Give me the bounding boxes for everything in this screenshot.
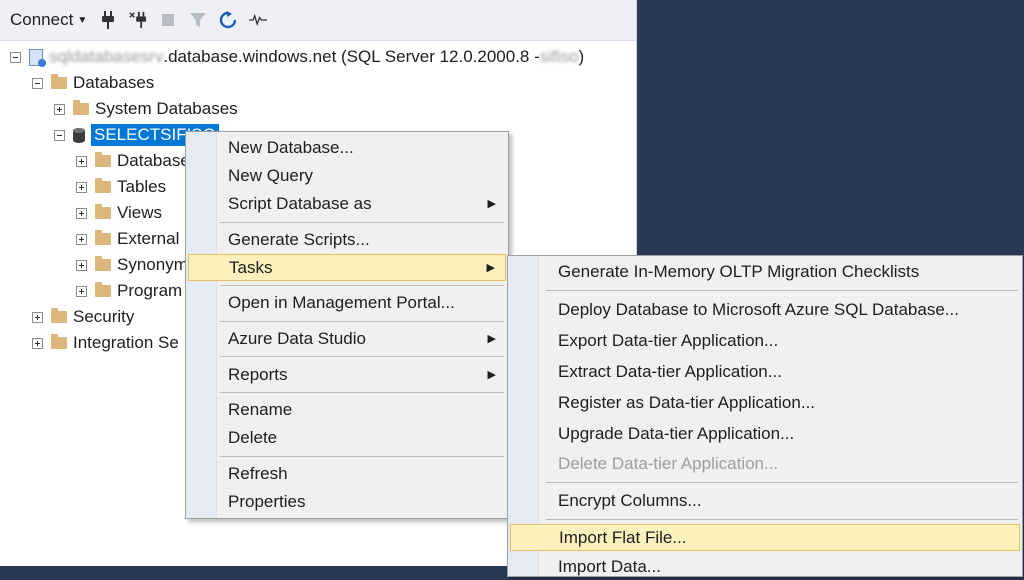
tree-label: Program — [117, 281, 183, 300]
menu-separator — [220, 456, 504, 457]
tasks-submenu: Generate In-Memory OLTP Migration Checkl… — [507, 255, 1023, 577]
collapse-icon[interactable] — [54, 129, 65, 141]
expand-icon[interactable] — [54, 103, 65, 115]
tree-node-synonyms[interactable]: Synonym — [76, 252, 188, 278]
menu-item-new-database[interactable]: New Database... — [188, 134, 506, 161]
activity-monitor-icon[interactable] — [249, 10, 268, 30]
tree-node-external[interactable]: External — [76, 226, 179, 252]
tree-node-integration-services[interactable]: Integration Se — [32, 330, 179, 356]
filter-icon — [189, 10, 207, 30]
database-icon — [73, 127, 85, 143]
connect-button[interactable]: Connect ▼ — [10, 10, 87, 30]
menu-item-refresh[interactable]: Refresh — [188, 460, 506, 487]
expand-icon[interactable] — [76, 155, 87, 167]
menu-item-delete[interactable]: Delete — [188, 424, 506, 451]
tree-node-tables[interactable]: Tables — [76, 174, 166, 200]
menu-separator — [220, 392, 504, 393]
server-name: sqldatabasesrv — [49, 47, 164, 66]
menu-item-import-data[interactable]: Import Data... — [510, 553, 1020, 580]
tree-label: Tables — [117, 177, 167, 196]
server-icon — [29, 48, 46, 67]
folder-icon — [51, 74, 67, 89]
menu-item-rename[interactable]: Rename — [188, 396, 506, 423]
folder-icon — [95, 152, 111, 167]
expand-icon[interactable] — [76, 259, 87, 271]
tree-label: Integration Se — [73, 333, 179, 352]
menu-separator — [546, 290, 1018, 291]
explorer-toolbar: Connect ▼ — [0, 0, 636, 41]
menu-item-upgrade-dac[interactable]: Upgrade Data-tier Application... — [510, 420, 1020, 447]
menu-separator — [220, 356, 504, 357]
tree-label: Database — [117, 151, 190, 170]
connect-icon[interactable] — [99, 10, 117, 30]
menu-item-export-dac[interactable]: Export Data-tier Application... — [510, 327, 1020, 354]
collapse-icon[interactable] — [32, 77, 43, 89]
folder-icon — [51, 334, 67, 349]
disconnect-icon[interactable] — [129, 10, 147, 30]
tree-label: Synonym — [117, 255, 188, 274]
menu-separator — [220, 285, 504, 286]
menu-item-register-dac[interactable]: Register as Data-tier Application... — [510, 389, 1020, 416]
menu-separator — [220, 321, 504, 322]
menu-item-oltp-checklists[interactable]: Generate In-Memory OLTP Migration Checkl… — [510, 258, 1020, 285]
menu-item-encrypt-columns[interactable]: Encrypt Columns... — [510, 487, 1020, 514]
submenu-arrow-icon: ▶ — [486, 262, 495, 274]
menu-item-new-query[interactable]: New Query — [188, 162, 506, 189]
menu-item-delete-dac: Delete Data-tier Application... — [558, 453, 779, 473]
expand-icon[interactable] — [76, 181, 87, 193]
expand-icon[interactable] — [76, 285, 87, 297]
tree-node-programmability[interactable]: Program — [76, 278, 182, 304]
server-end: ) — [578, 47, 585, 66]
expand-icon[interactable] — [76, 207, 87, 219]
folder-icon — [95, 204, 111, 219]
menu-item-deploy-azure[interactable]: Deploy Database to Microsoft Azure SQL D… — [510, 296, 1020, 323]
folder-icon — [95, 282, 111, 297]
menu-separator — [546, 519, 1018, 520]
tree-node-server[interactable]: sqldatabasesrv .database.windows.net (SQ… — [10, 44, 584, 70]
menu-item-import-flat-file[interactable]: Import Flat File... — [510, 524, 1020, 551]
menu-item-open-portal[interactable]: Open in Management Portal... — [188, 289, 506, 316]
tree-node-system-databases[interactable]: System Databases — [54, 96, 238, 122]
folder-icon — [51, 308, 67, 323]
expand-icon[interactable] — [76, 233, 87, 245]
tree-label: Security — [73, 307, 135, 326]
server-suffix: .database.windows.net (SQL Server 12.0.2… — [163, 47, 540, 66]
menu-item-reports[interactable]: Reports ▶ — [188, 361, 506, 388]
database-context-menu: New Database... New Query Script Databas… — [185, 131, 509, 519]
submenu-arrow-icon: ▶ — [487, 333, 496, 345]
tree-node-databases[interactable]: Databases — [32, 70, 154, 96]
folder-icon — [95, 178, 111, 193]
menu-separator — [220, 222, 504, 223]
refresh-icon[interactable] — [219, 10, 237, 30]
tree-node-views[interactable]: Views — [76, 200, 162, 226]
collapse-icon[interactable] — [10, 51, 21, 63]
menu-item-extract-dac[interactable]: Extract Data-tier Application... — [510, 358, 1020, 385]
connect-label: Connect — [10, 10, 74, 29]
menu-item-azure-data-studio[interactable]: Azure Data Studio ▶ — [188, 325, 506, 352]
submenu-arrow-icon: ▶ — [487, 369, 496, 381]
tree-label: System Databases — [95, 99, 238, 118]
menu-item-properties[interactable]: Properties — [188, 488, 506, 515]
submenu-arrow-icon: ▶ — [487, 198, 496, 210]
folder-icon — [73, 100, 89, 115]
stop-icon — [159, 10, 177, 30]
chevron-down-icon: ▼ — [77, 14, 88, 26]
menu-item-tasks[interactable]: Tasks ▶ — [188, 254, 506, 281]
menu-item-generate-scripts[interactable]: Generate Scripts... — [188, 226, 506, 253]
expand-icon[interactable] — [32, 311, 43, 323]
tree-label: External — [117, 229, 180, 248]
menu-separator — [546, 482, 1018, 483]
tree-label: Views — [117, 203, 163, 222]
expand-icon[interactable] — [32, 337, 43, 349]
folder-icon — [95, 230, 111, 245]
menu-item-script-database-as[interactable]: Script Database as ▶ — [188, 190, 506, 217]
folder-icon — [95, 256, 111, 271]
tree-label: Databases — [73, 73, 155, 92]
server-user: sifiso — [539, 47, 579, 66]
tree-node-security[interactable]: Security — [32, 304, 134, 330]
tree-node-child[interactable]: Database — [76, 148, 190, 174]
